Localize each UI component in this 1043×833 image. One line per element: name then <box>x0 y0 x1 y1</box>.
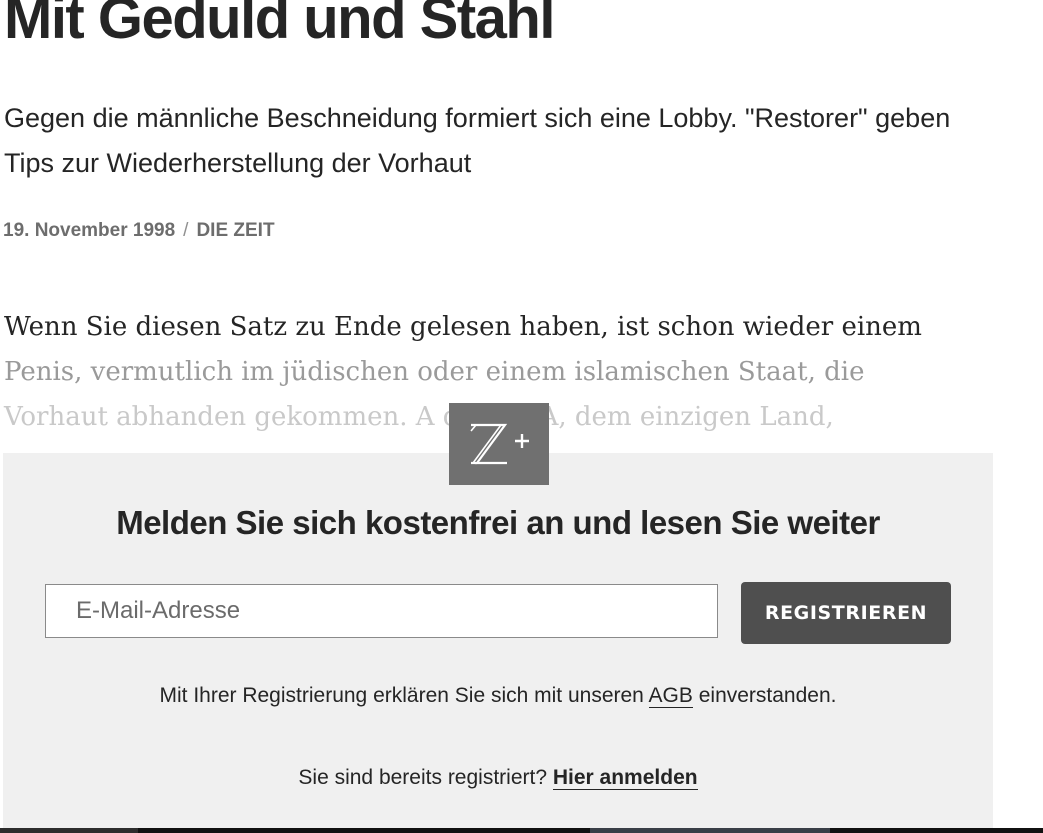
article-meta: 19. November 1998 / DIE ZEIT <box>3 218 275 244</box>
bottom-bar-segment <box>0 828 138 833</box>
bottom-bar-segment <box>590 828 830 833</box>
login-prompt: Sie sind bereits registriert? Hier anmel… <box>3 763 993 793</box>
paywall-heading: Melden Sie sich kostenfrei an und lesen … <box>116 504 880 541</box>
bottom-bar <box>0 828 1043 833</box>
register-button[interactable]: REGISTRIEREN <box>741 582 951 644</box>
article-date: 19. November 1998 <box>3 220 176 241</box>
zplus-icon <box>449 403 549 485</box>
registration-paywall: Melden Sie sich kostenfrei an und lesen … <box>3 453 993 833</box>
terms-text-before: Mit Ihrer Registrierung erklären Sie sic… <box>159 684 649 707</box>
login-prompt-text: Sie sind bereits registriert? <box>298 766 553 789</box>
article-source: DIE ZEIT <box>196 220 275 241</box>
terms-link[interactable]: AGB <box>648 684 693 708</box>
meta-separator: / <box>183 220 189 241</box>
body-line: Wenn Sie diesen Satz zu Ende gelesen hab… <box>4 312 922 342</box>
zplus-glyph <box>470 423 529 465</box>
login-link[interactable]: Hier anmelden <box>552 766 698 790</box>
article-summary: Gegen die männliche Beschneidung formier… <box>4 103 951 178</box>
body-line: Penis, vermutlich im jüdischen oder eine… <box>4 357 865 387</box>
email-field[interactable] <box>45 584 718 638</box>
terms-text-after: einverstanden. <box>692 684 837 707</box>
terms-notice: Mit Ihrer Registrierung erklären Sie sic… <box>3 681 993 711</box>
article-title: Mit Geduld und Stahl <box>4 0 555 51</box>
article-page: Mit Geduld und Stahl Gegen die männliche… <box>0 0 1043 833</box>
